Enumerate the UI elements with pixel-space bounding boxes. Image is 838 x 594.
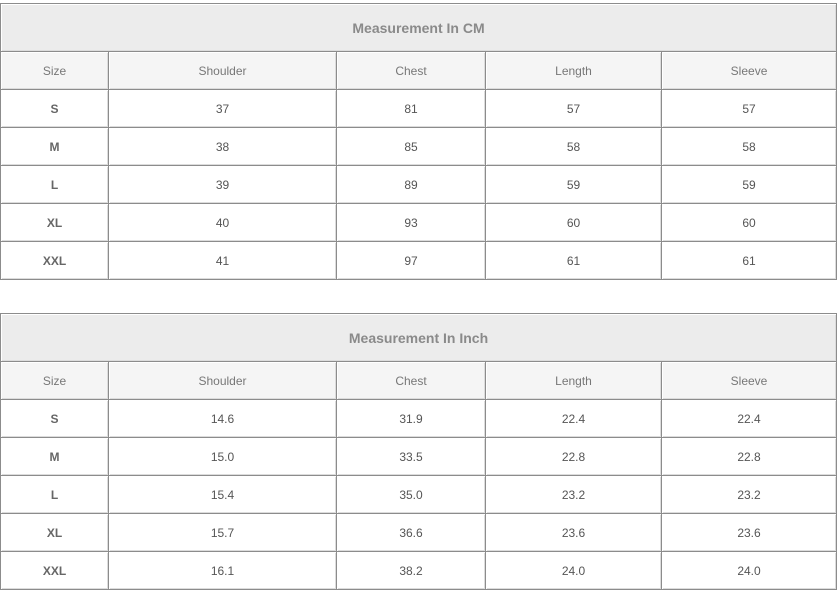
column-header-shoulder: Shoulder (109, 52, 337, 90)
shoulder-cell: 14.6 (109, 400, 337, 438)
size-cell: L (1, 476, 109, 514)
length-cell: 22.4 (486, 400, 662, 438)
length-cell: 23.2 (486, 476, 662, 514)
chest-cell: 35.0 (337, 476, 486, 514)
shoulder-cell: 37 (109, 90, 337, 128)
length-cell: 58 (486, 128, 662, 166)
shoulder-cell: 15.0 (109, 438, 337, 476)
table-title: Measurement In Inch (1, 314, 838, 362)
shoulder-cell: 16.1 (109, 552, 337, 590)
sleeve-cell: 23.2 (662, 476, 838, 514)
table-row: XL 15.7 36.6 23.6 23.6 (1, 514, 838, 552)
table-row: M 15.0 33.5 22.8 22.8 (1, 438, 838, 476)
column-header-length: Length (486, 362, 662, 400)
size-cell: M (1, 438, 109, 476)
sleeve-cell: 59 (662, 166, 838, 204)
shoulder-cell: 40 (109, 204, 337, 242)
sleeve-cell: 57 (662, 90, 838, 128)
sleeve-cell: 24.0 (662, 552, 838, 590)
column-header-chest: Chest (337, 52, 486, 90)
chest-cell: 31.9 (337, 400, 486, 438)
size-chart-inch-table: Measurement In Inch Size Shoulder Chest … (0, 313, 838, 590)
column-header-sleeve: Sleeve (662, 362, 838, 400)
shoulder-cell: 39 (109, 166, 337, 204)
table-row: L 39 89 59 59 (1, 166, 838, 204)
size-cell: XL (1, 514, 109, 552)
column-header-chest: Chest (337, 362, 486, 400)
sleeve-cell: 58 (662, 128, 838, 166)
column-header-length: Length (486, 52, 662, 90)
column-header-size: Size (1, 52, 109, 90)
table-row: M 38 85 58 58 (1, 128, 838, 166)
table-row: S 14.6 31.9 22.4 22.4 (1, 400, 838, 438)
length-cell: 23.6 (486, 514, 662, 552)
chest-cell: 81 (337, 90, 486, 128)
chest-cell: 93 (337, 204, 486, 242)
chest-cell: 85 (337, 128, 486, 166)
table-row: XXL 16.1 38.2 24.0 24.0 (1, 552, 838, 590)
size-cell: M (1, 128, 109, 166)
table-row: L 15.4 35.0 23.2 23.2 (1, 476, 838, 514)
length-cell: 61 (486, 242, 662, 280)
table-row: XXL 41 97 61 61 (1, 242, 838, 280)
length-cell: 24.0 (486, 552, 662, 590)
chest-cell: 38.2 (337, 552, 486, 590)
column-header-shoulder: Shoulder (109, 362, 337, 400)
size-cell: XL (1, 204, 109, 242)
chest-cell: 33.5 (337, 438, 486, 476)
length-cell: 60 (486, 204, 662, 242)
size-cell: S (1, 400, 109, 438)
length-cell: 22.8 (486, 438, 662, 476)
column-header-sleeve: Sleeve (662, 52, 838, 90)
shoulder-cell: 41 (109, 242, 337, 280)
chest-cell: 36.6 (337, 514, 486, 552)
sleeve-cell: 22.4 (662, 400, 838, 438)
chest-cell: 97 (337, 242, 486, 280)
column-header-size: Size (1, 362, 109, 400)
size-chart-cm-table: Measurement In CM Size Shoulder Chest Le… (0, 3, 838, 280)
shoulder-cell: 38 (109, 128, 337, 166)
table-title: Measurement In CM (1, 4, 838, 52)
shoulder-cell: 15.4 (109, 476, 337, 514)
length-cell: 57 (486, 90, 662, 128)
size-cell: XXL (1, 552, 109, 590)
sleeve-cell: 61 (662, 242, 838, 280)
sleeve-cell: 22.8 (662, 438, 838, 476)
shoulder-cell: 15.7 (109, 514, 337, 552)
table-row: XL 40 93 60 60 (1, 204, 838, 242)
size-cell: L (1, 166, 109, 204)
sleeve-cell: 23.6 (662, 514, 838, 552)
size-cell: S (1, 90, 109, 128)
sleeve-cell: 60 (662, 204, 838, 242)
length-cell: 59 (486, 166, 662, 204)
chest-cell: 89 (337, 166, 486, 204)
table-row: S 37 81 57 57 (1, 90, 838, 128)
size-cell: XXL (1, 242, 109, 280)
